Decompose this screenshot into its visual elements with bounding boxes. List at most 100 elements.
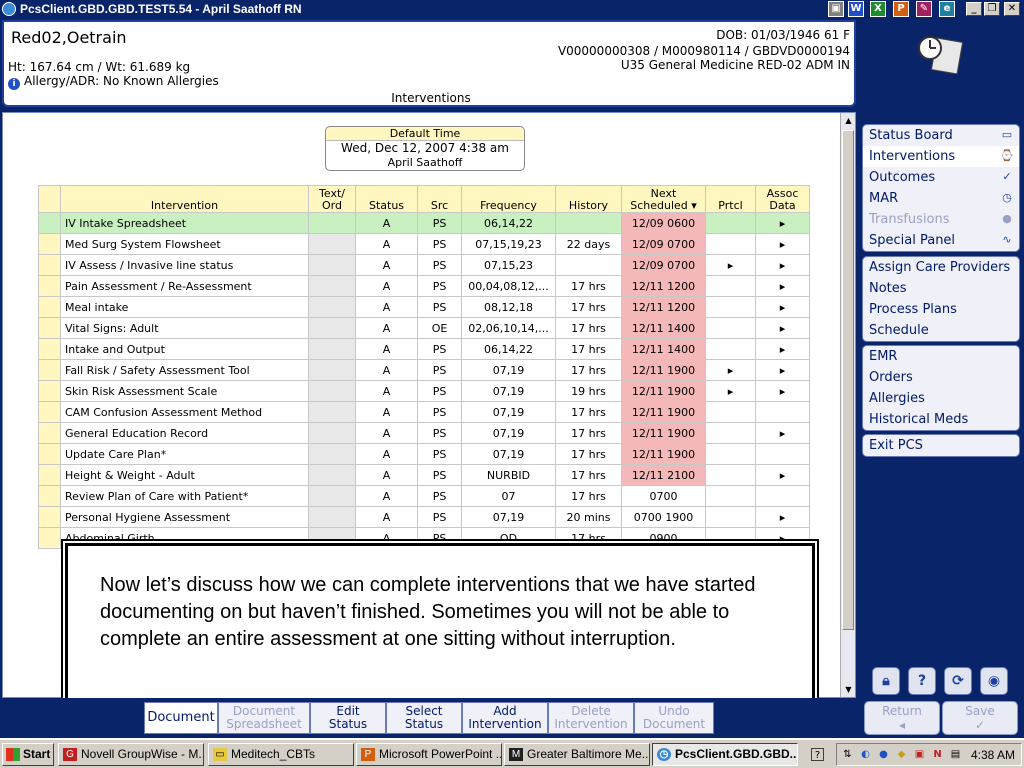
document-button[interactable]: Document <box>144 702 218 734</box>
header-intervention[interactable]: Intervention <box>60 185 309 213</box>
text-ord-cell[interactable] <box>308 275 356 297</box>
nav-exit-pcs[interactable]: Exit PCS <box>863 435 1019 456</box>
text-ord-cell[interactable] <box>308 296 356 318</box>
tool-icon[interactable]: ✎ <box>916 1 932 17</box>
table-row[interactable]: IV Assess / Invasive line status A PS 07,15… <box>38 254 810 276</box>
intervention-name[interactable]: Skin Risk Assessment Scale <box>60 380 309 402</box>
intervention-name[interactable]: Review Plan of Care with Patient* <box>60 485 309 507</box>
text-ord-cell[interactable] <box>308 233 356 255</box>
scroll-up-arrow[interactable]: ▲ <box>841 113 856 128</box>
table-row[interactable]: CAM Confusion Assessment Method A PS 07,19 1… <box>38 401 810 423</box>
prtcl-cell[interactable] <box>705 317 756 339</box>
row-marker[interactable] <box>38 464 61 486</box>
assoc-data-cell[interactable] <box>755 443 810 465</box>
print-button[interactable]: ◉ <box>980 667 1008 695</box>
history-cell[interactable]: 17 hrs <box>555 464 622 486</box>
row-marker[interactable] <box>38 380 61 402</box>
status-cell[interactable]: A <box>355 464 418 486</box>
prtcl-cell[interactable]: ▸ <box>705 254 756 276</box>
history-cell[interactable] <box>555 212 622 234</box>
table-row[interactable]: Pain Assessment / Re-Assessment A PS 00,04,… <box>38 275 810 297</box>
status-cell[interactable]: A <box>355 317 418 339</box>
prtcl-cell[interactable] <box>705 212 756 234</box>
history-cell[interactable]: 17 hrs <box>555 296 622 318</box>
status-cell[interactable]: A <box>355 422 418 444</box>
intervention-name[interactable]: Height & Weight - Adult <box>60 464 309 486</box>
volume-icon[interactable]: ▤ <box>949 748 962 761</box>
table-row[interactable]: Personal Hygiene Assessment A PS 07,19 20 mi… <box>38 506 810 528</box>
close-button[interactable]: ✕ <box>1004 2 1020 16</box>
table-row[interactable]: General Education Record A PS 07,19 17 hrs 12… <box>38 422 810 444</box>
prtcl-cell[interactable] <box>705 275 756 297</box>
tool-tray-icon[interactable]: ◆ <box>895 748 908 761</box>
assoc-data-cell[interactable]: ▸ <box>755 233 810 255</box>
src-cell[interactable]: OE <box>417 317 462 339</box>
help-button[interactable]: ? <box>908 667 936 695</box>
row-marker[interactable] <box>38 275 61 297</box>
status-cell[interactable]: A <box>355 338 418 360</box>
next-scheduled-cell[interactable]: 0700 <box>621 485 706 507</box>
header-src[interactable]: Src <box>417 185 462 213</box>
frequency-cell[interactable]: 06,14,22 <box>461 212 556 234</box>
status-cell[interactable]: A <box>355 233 418 255</box>
next-scheduled-cell[interactable]: 12/11 1900 <box>621 359 706 381</box>
table-row[interactable]: Fall Risk / Safety Assessment Tool A PS 07,… <box>38 359 810 381</box>
start-button[interactable]: Start <box>2 743 54 766</box>
src-cell[interactable]: PS <box>417 296 462 318</box>
assoc-data-cell[interactable]: ▸ <box>755 464 810 486</box>
nav-notes[interactable]: Notes <box>863 278 1019 299</box>
text-ord-cell[interactable] <box>308 485 356 507</box>
assoc-data-cell[interactable]: ▸ <box>755 338 810 360</box>
table-row[interactable]: Review Plan of Care with Patient* A PS 07 17… <box>38 485 810 507</box>
text-ord-cell[interactable] <box>308 338 356 360</box>
table-row[interactable]: IV Intake Spreadsheet A PS 06,14,22 12/09 06… <box>38 212 810 234</box>
edit-status-button[interactable]: Edit Status <box>310 702 386 734</box>
history-cell[interactable]: 17 hrs <box>555 401 622 423</box>
header-next-scheduled[interactable]: Next Scheduled ▾ <box>621 185 706 213</box>
intervention-name[interactable]: IV Intake Spreadsheet <box>60 212 309 234</box>
network-icon[interactable]: ⇅ <box>841 748 854 761</box>
table-row[interactable]: Intake and Output A PS 06,14,22 17 hrs 12/11 … <box>38 338 810 360</box>
prtcl-cell[interactable] <box>705 485 756 507</box>
lock-button[interactable]: 🔒︎ <box>872 667 900 695</box>
frequency-cell[interactable]: 07,15,19,23 <box>461 233 556 255</box>
select-status-button[interactable]: Select Status <box>386 702 462 734</box>
frequency-cell[interactable]: 07,19 <box>461 380 556 402</box>
sync-icon[interactable]: ◐ <box>859 748 872 761</box>
text-ord-cell[interactable] <box>308 422 356 444</box>
text-ord-cell[interactable] <box>308 317 356 339</box>
intervention-name[interactable]: Vital Signs: Adult <box>60 317 309 339</box>
next-scheduled-cell[interactable]: 12/11 1200 <box>621 296 706 318</box>
assoc-data-cell[interactable]: ▸ <box>755 506 810 528</box>
src-cell[interactable]: PS <box>417 380 462 402</box>
next-scheduled-cell[interactable]: 12/11 1900 <box>621 443 706 465</box>
refresh-button[interactable]: ⟳ <box>944 667 972 695</box>
row-marker[interactable] <box>38 233 61 255</box>
frequency-cell[interactable]: 07,19 <box>461 422 556 444</box>
next-scheduled-cell[interactable]: 12/11 1200 <box>621 275 706 297</box>
nav-assign-care-providers[interactable]: Assign Care Providers <box>863 257 1019 278</box>
frequency-cell[interactable]: 07,19 <box>461 359 556 381</box>
next-scheduled-cell[interactable]: 12/09 0700 <box>621 254 706 276</box>
frequency-cell[interactable]: 02,06,10,14,... <box>461 317 556 339</box>
nav-allergies[interactable]: Allergies <box>863 388 1019 409</box>
history-cell[interactable]: 19 hrs <box>555 380 622 402</box>
nav-orders[interactable]: Orders <box>863 367 1019 388</box>
assoc-data-cell[interactable] <box>755 401 810 423</box>
history-cell[interactable]: 22 days <box>555 233 622 255</box>
frequency-cell[interactable]: 07,19 <box>461 401 556 423</box>
prtcl-cell[interactable]: ▸ <box>705 359 756 381</box>
prtcl-cell[interactable] <box>705 464 756 486</box>
assoc-data-cell[interactable]: ▸ <box>755 212 810 234</box>
nav-historical-meds[interactable]: Historical Meds <box>863 409 1019 430</box>
nav-interventions[interactable]: Interventions ⌚ <box>863 146 1019 167</box>
n-icon[interactable]: N <box>931 748 944 761</box>
prtcl-cell[interactable] <box>705 401 756 423</box>
history-cell[interactable] <box>555 254 622 276</box>
intervention-name[interactable]: Med Surg System Flowsheet <box>60 233 309 255</box>
src-cell[interactable]: PS <box>417 275 462 297</box>
assoc-data-cell[interactable]: ▸ <box>755 422 810 444</box>
next-scheduled-cell[interactable]: 12/11 2100 <box>621 464 706 486</box>
flag-icon[interactable]: ▣ <box>913 748 926 761</box>
intervention-name[interactable]: General Education Record <box>60 422 309 444</box>
